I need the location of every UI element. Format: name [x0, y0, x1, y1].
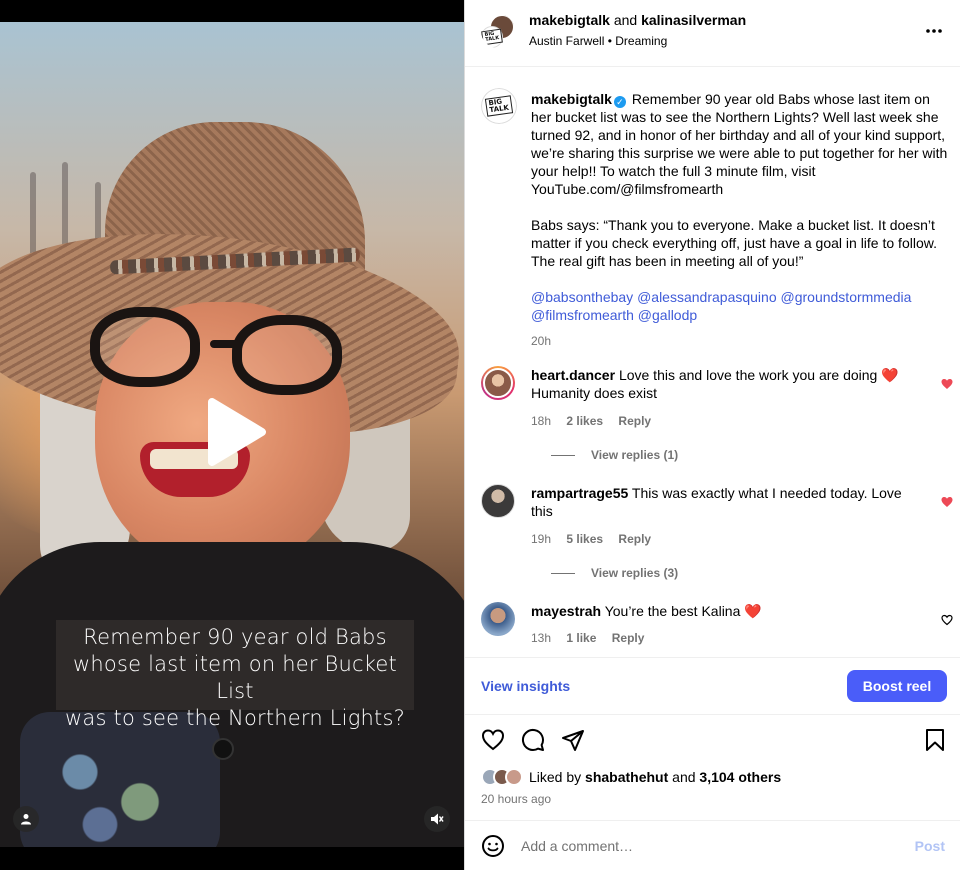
collaborator-username[interactable]: kalinasilverman: [641, 12, 746, 28]
verified-badge-icon: ✓: [613, 96, 626, 108]
view-replies-button[interactable]: View replies (1): [551, 448, 678, 462]
audio-title[interactable]: Dreaming: [615, 34, 667, 48]
commenter-avatar[interactable]: [481, 366, 515, 400]
header-usernames: makebigtalk and kalinasilverman: [529, 12, 746, 28]
comment-meta: 18h 2 likes Reply: [531, 414, 663, 428]
mention-link[interactable]: @babsonthebay: [531, 289, 633, 305]
reply-button[interactable]: Reply: [612, 631, 645, 645]
and-text: and: [613, 12, 638, 28]
caption-line: was to see the Northern Lights?: [65, 706, 405, 730]
subject-scarf: [20, 712, 220, 847]
commenter-avatar[interactable]: [481, 484, 515, 518]
liker-avatars[interactable]: [481, 768, 523, 786]
liked-by-row: Liked by shabathehut and 3,104 others: [481, 768, 781, 786]
view-replies-button[interactable]: View replies (3): [551, 566, 678, 580]
comment-item: rampartrage55 This was exactly what I ne…: [481, 484, 953, 584]
comment-item: mayestrah You’re the best Kalina ❤️ 13h …: [481, 602, 953, 652]
liked-by-user[interactable]: shabathehut: [585, 769, 668, 785]
comment-time: 13h: [531, 631, 552, 645]
comment-likes[interactable]: 2 likes: [566, 414, 603, 428]
caption-paragraph: Babs says: “Thank you to everyone. Make …: [531, 217, 937, 269]
jacket-button: [212, 738, 234, 760]
replies-divider: [551, 454, 575, 456]
caption-author-username[interactable]: makebigtalk: [531, 91, 612, 107]
caption-line: Remember 90 year old Babs: [83, 625, 387, 649]
comment-time: 19h: [531, 532, 552, 546]
post-caption: makebigtalk ✓ Remember 90 year old Babs w…: [531, 90, 951, 350]
reply-button[interactable]: Reply: [618, 532, 651, 546]
send-icon[interactable]: [561, 728, 585, 752]
comment-body: You’re the best Kalina ❤️: [604, 603, 762, 619]
comment-text: mayestrah You’re the best Kalina ❤️: [531, 602, 921, 620]
bookmark-icon[interactable]: [923, 728, 947, 752]
author-avatar[interactable]: BIG TALK: [481, 88, 517, 124]
comment-meta: 19h 5 likes Reply: [531, 532, 663, 546]
commenter-avatar[interactable]: [481, 602, 515, 636]
liked-heart-icon[interactable]: [941, 378, 953, 390]
liked-by-and: and: [672, 769, 696, 785]
subject-glasses-lens: [232, 315, 342, 395]
view-insights-link[interactable]: View insights: [481, 678, 570, 694]
heart-outline-icon[interactable]: [941, 614, 953, 626]
post-info-pane: BIG TALK makebigtalk and kalinasilverman …: [464, 0, 960, 870]
post-time-ago: 20 hours ago: [481, 792, 552, 806]
author-username[interactable]: makebigtalk: [529, 12, 610, 28]
muted-speaker-icon[interactable]: [424, 806, 450, 832]
more-horizontal-icon[interactable]: [925, 28, 943, 34]
video-caption: Remember 90 year old Babs whose last ite…: [56, 624, 414, 732]
liker-avatar: [505, 768, 523, 786]
heart-icon[interactable]: [481, 728, 505, 752]
replies-divider: [551, 572, 575, 574]
boost-reel-button[interactable]: Boost reel: [847, 670, 947, 702]
emoji-icon[interactable]: [481, 834, 505, 858]
view-replies-label[interactable]: View replies (3): [591, 566, 678, 580]
caption-timestamp: 20h: [531, 334, 552, 348]
comment-meta: 13h 1 like Reply: [531, 631, 656, 645]
caption-mentions: @babsonthebay @alessandrapasquino @groun…: [531, 288, 951, 324]
comment-likes[interactable]: 1 like: [566, 631, 596, 645]
liked-heart-icon[interactable]: [941, 496, 953, 508]
commenter-username[interactable]: heart.dancer: [531, 367, 615, 383]
view-replies-label[interactable]: View replies (1): [591, 448, 678, 462]
audio-attribution[interactable]: Austin Farwell • Dreaming: [529, 34, 667, 48]
commenter-username[interactable]: rampartrage55: [531, 485, 628, 501]
reply-button[interactable]: Reply: [618, 414, 651, 428]
comment-item: heart.dancer Love this and love the work…: [481, 366, 953, 466]
play-icon[interactable]: [204, 398, 268, 466]
mention-link[interactable]: @groundstormmedia: [781, 289, 912, 305]
comment-icon[interactable]: [521, 728, 545, 752]
comment-text: heart.dancer Love this and love the work…: [531, 366, 921, 402]
caption-line: whose last item on her Bucket List: [73, 652, 397, 703]
collab-avatar[interactable]: BIG TALK: [481, 14, 515, 48]
subject-glasses-lens: [90, 307, 200, 387]
commenter-username[interactable]: mayestrah: [531, 603, 601, 619]
reel-video-pane[interactable]: Remember 90 year old Babs whose last ite…: [0, 0, 464, 870]
user-tag-icon[interactable]: [13, 806, 39, 832]
liked-by-prefix: Liked by: [529, 769, 582, 785]
post-comment-button[interactable]: Post: [915, 838, 945, 854]
comment-bar: Post: [465, 820, 960, 870]
comment-likes[interactable]: 5 likes: [566, 532, 603, 546]
comment-time: 18h: [531, 414, 552, 428]
liked-by-others[interactable]: 3,104 others: [699, 769, 781, 785]
audio-artist[interactable]: Austin Farwell: [529, 34, 604, 48]
separator-dot: •: [607, 34, 612, 48]
comment-input[interactable]: [521, 835, 891, 857]
comment-text: rampartrage55 This was exactly what I ne…: [531, 484, 921, 520]
mention-link[interactable]: @filmsfromearth: [531, 307, 634, 323]
post-header: BIG TALK makebigtalk and kalinasilverman …: [465, 0, 960, 67]
mention-link[interactable]: @alessandrapasquino: [637, 289, 777, 305]
insights-bar: View insights Boost reel: [465, 657, 960, 715]
subject-glasses-bridge: [210, 340, 240, 348]
mention-link[interactable]: @gallodp: [638, 307, 697, 323]
